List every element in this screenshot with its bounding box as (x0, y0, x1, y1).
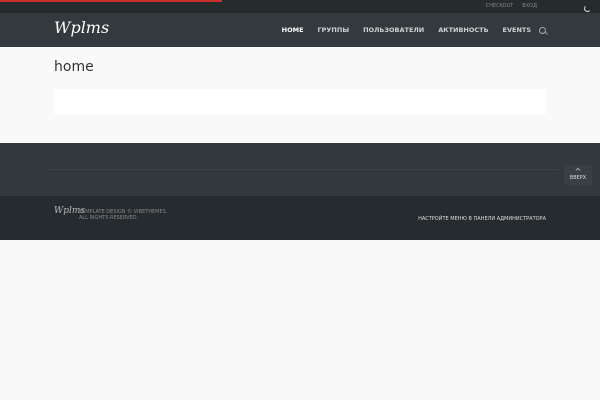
back-to-top-label: ВВЕРХ (569, 175, 587, 181)
divider (48, 169, 558, 170)
page-title: home (54, 59, 94, 75)
copyright: TEMPLATE DESIGN © VIBETHEMES. ALL RIGHTS… (79, 209, 168, 221)
footer-bottom: Wplms TEMPLATE DESIGN © VIBETHEMES. ALL … (0, 196, 600, 240)
chevron-up-icon: ^ (574, 167, 582, 176)
header: Wplms HOME ГРУППЫ ПОЛЬЗОВАТЕЛИ АКТИВНОСТ… (0, 13, 600, 47)
footer: ^ ВВЕРХ (0, 143, 600, 196)
top-bar: CHECKOUT ВХОД (0, 0, 600, 13)
search-icon[interactable] (539, 26, 546, 34)
checkout-link[interactable]: CHECKOUT (486, 3, 514, 9)
site-logo[interactable]: Wplms (54, 18, 109, 37)
content-box (54, 89, 546, 114)
main-nav: HOME ГРУППЫ ПОЛЬЗОВАТЕЛИ АКТИВНОСТЬ EVEN… (282, 26, 546, 34)
nav-activity[interactable]: АКТИВНОСТЬ (438, 26, 488, 34)
nav-users[interactable]: ПОЛЬЗОВАТЕЛИ (363, 26, 424, 34)
nav-home[interactable]: HOME (282, 26, 304, 34)
login-link[interactable]: ВХОД (522, 3, 537, 9)
page-load-progress (0, 0, 222, 2)
nav-groups[interactable]: ГРУППЫ (318, 26, 350, 34)
nav-events[interactable]: EVENTS (503, 26, 531, 34)
footer-menu-note[interactable]: НАСТРОЙТЕ МЕНЮ В ПАНЕЛИ АДМИНИСТРАТОРА (418, 216, 546, 222)
loading-spinner-icon (584, 5, 591, 12)
back-to-top-button[interactable]: ^ ВВЕРХ (564, 165, 592, 185)
